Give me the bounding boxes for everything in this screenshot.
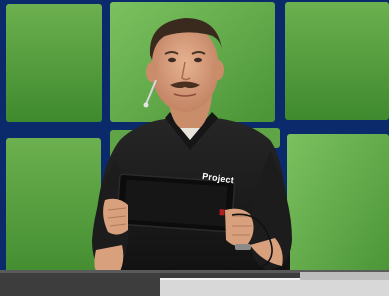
watch xyxy=(235,244,251,250)
scene-graphic xyxy=(0,0,389,296)
photo-scene: Project xyxy=(0,0,389,296)
